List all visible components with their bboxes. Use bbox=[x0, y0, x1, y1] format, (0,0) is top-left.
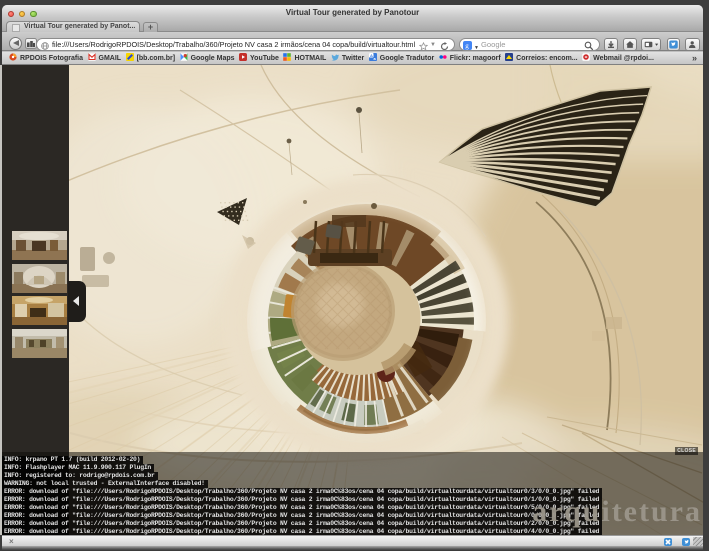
svg-text:g: g bbox=[465, 42, 469, 50]
